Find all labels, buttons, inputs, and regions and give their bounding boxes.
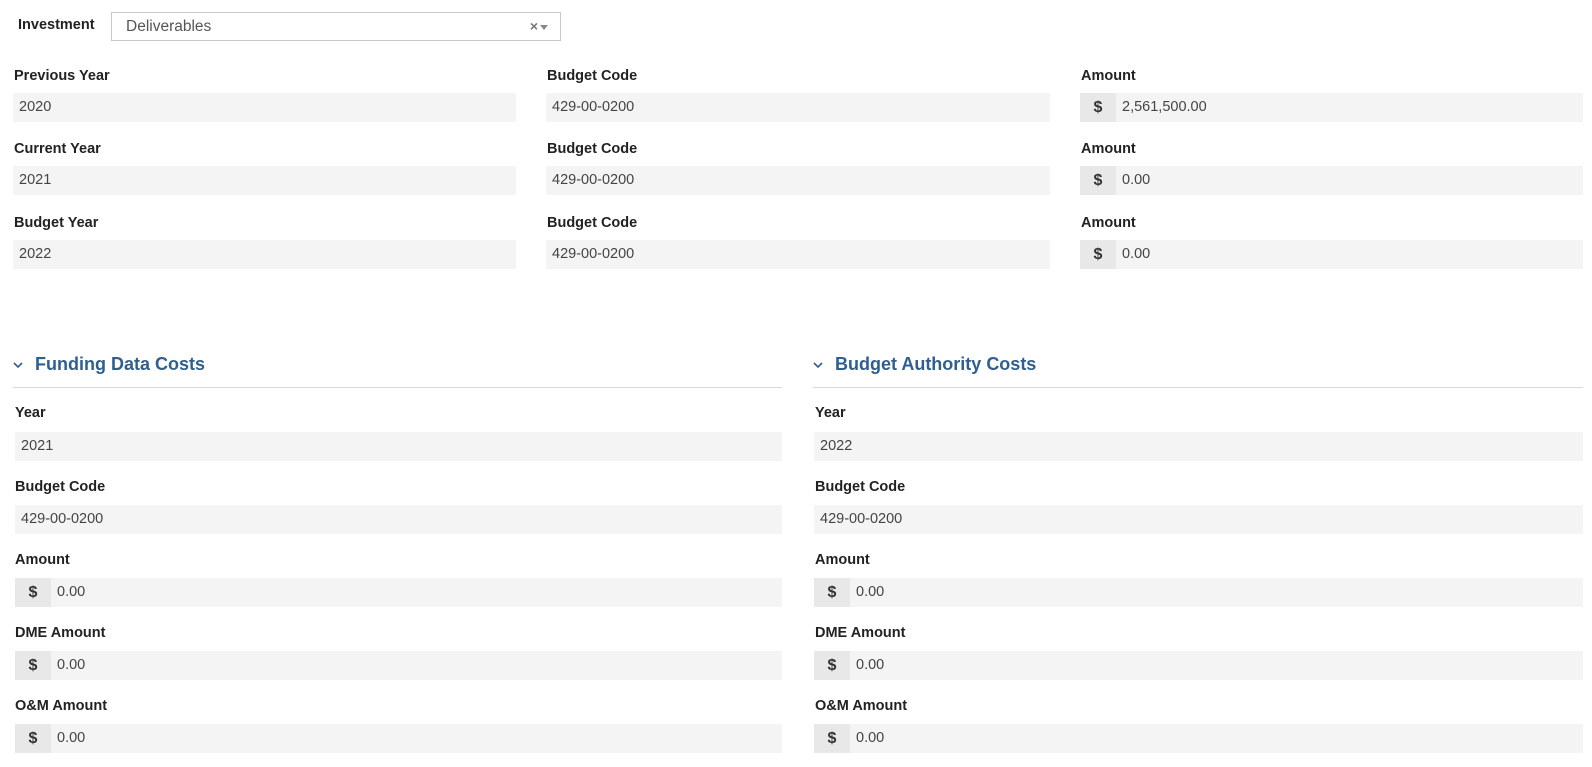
budget-year-budget-code-field: 429-00-0200 bbox=[546, 240, 1050, 269]
authority-year-label: Year bbox=[815, 405, 846, 421]
funding-om-amount-field: $ 0.00 bbox=[15, 724, 782, 753]
previous-year-amount-label: Amount bbox=[1081, 68, 1136, 84]
funding-budget-code-field: 429-00-0200 bbox=[15, 505, 782, 534]
authority-budget-code-label: Budget Code bbox=[815, 479, 906, 495]
dollar-icon: $ bbox=[1080, 240, 1116, 269]
budget-year-amount-label: Amount bbox=[1081, 215, 1136, 231]
authority-amount-label: Amount bbox=[815, 552, 870, 568]
funding-year-field: 2021 bbox=[15, 432, 782, 461]
dollar-icon: $ bbox=[814, 578, 850, 607]
authority-year-field: 2022 bbox=[814, 432, 1583, 461]
authority-om-amount-label: O&M Amount bbox=[815, 698, 908, 714]
funding-data-costs-title[interactable]: Funding Data Costs bbox=[35, 354, 205, 375]
chevron-down-icon[interactable] bbox=[813, 360, 823, 370]
budget-year-field: 2022 bbox=[13, 240, 516, 269]
current-year-budget-code-label: Budget Code bbox=[547, 141, 638, 157]
investment-label: Investment bbox=[18, 17, 95, 33]
authority-dme-amount-value: 0.00 bbox=[856, 657, 885, 673]
funding-section-divider bbox=[13, 387, 782, 388]
dollar-icon: $ bbox=[15, 651, 51, 680]
authority-year-value: 2022 bbox=[820, 438, 853, 454]
funding-year-label: Year bbox=[15, 405, 46, 421]
funding-budget-code-label: Budget Code bbox=[15, 479, 106, 495]
funding-budget-code-value: 429-00-0200 bbox=[21, 511, 104, 527]
authority-budget-code-field: 429-00-0200 bbox=[814, 505, 1583, 534]
funding-year-value: 2021 bbox=[21, 438, 54, 454]
previous-year-field: 2020 bbox=[13, 93, 516, 122]
budget-year-amount-field: $ 0.00 bbox=[1080, 240, 1583, 269]
previous-year-amount-value: 2,561,500.00 bbox=[1122, 99, 1207, 115]
authority-om-amount-field: $ 0.00 bbox=[814, 724, 1583, 753]
dollar-icon: $ bbox=[814, 724, 850, 753]
funding-om-amount-value: 0.00 bbox=[57, 730, 86, 746]
authority-amount-field: $ 0.00 bbox=[814, 578, 1583, 607]
dollar-icon: $ bbox=[1080, 166, 1116, 195]
budget-year-label: Budget Year bbox=[14, 215, 99, 231]
investment-select[interactable]: Deliverables × bbox=[111, 12, 561, 41]
authority-budget-code-value: 429-00-0200 bbox=[820, 511, 903, 527]
funding-om-amount-label: O&M Amount bbox=[15, 698, 108, 714]
budget-authority-costs-title[interactable]: Budget Authority Costs bbox=[835, 354, 1036, 375]
previous-year-budget-code-value: 429-00-0200 bbox=[552, 99, 635, 115]
funding-dme-amount-field: $ 0.00 bbox=[15, 651, 782, 680]
chevron-down-icon[interactable] bbox=[13, 360, 23, 370]
authority-om-amount-value: 0.00 bbox=[856, 730, 885, 746]
previous-year-budget-code-field: 429-00-0200 bbox=[546, 93, 1050, 122]
funding-amount-field: $ 0.00 bbox=[15, 578, 782, 607]
current-year-label: Current Year bbox=[14, 141, 101, 157]
investment-select-value: Deliverables bbox=[126, 18, 212, 35]
dollar-icon: $ bbox=[1080, 93, 1116, 122]
previous-year-label: Previous Year bbox=[14, 68, 110, 84]
caret-down-icon[interactable] bbox=[540, 25, 548, 30]
current-year-amount-field: $ 0.00 bbox=[1080, 166, 1583, 195]
authority-amount-value: 0.00 bbox=[856, 584, 885, 600]
funding-amount-value: 0.00 bbox=[57, 584, 86, 600]
dollar-icon: $ bbox=[15, 724, 51, 753]
current-year-value: 2021 bbox=[19, 172, 52, 188]
funding-dme-amount-label: DME Amount bbox=[15, 625, 106, 641]
clear-icon[interactable]: × bbox=[530, 13, 538, 40]
budget-year-amount-value: 0.00 bbox=[1122, 246, 1151, 262]
current-year-budget-code-value: 429-00-0200 bbox=[552, 172, 635, 188]
current-year-field: 2021 bbox=[13, 166, 516, 195]
current-year-budget-code-field: 429-00-0200 bbox=[546, 166, 1050, 195]
current-year-amount-value: 0.00 bbox=[1122, 172, 1151, 188]
dollar-icon: $ bbox=[15, 578, 51, 607]
previous-year-budget-code-label: Budget Code bbox=[547, 68, 638, 84]
authority-section-divider bbox=[813, 387, 1583, 388]
funding-amount-label: Amount bbox=[15, 552, 70, 568]
funding-dme-amount-value: 0.00 bbox=[57, 657, 86, 673]
budget-year-budget-code-label: Budget Code bbox=[547, 215, 638, 231]
previous-year-value: 2020 bbox=[19, 99, 52, 115]
authority-dme-amount-label: DME Amount bbox=[815, 625, 906, 641]
budget-year-value: 2022 bbox=[19, 246, 52, 262]
current-year-amount-label: Amount bbox=[1081, 141, 1136, 157]
dollar-icon: $ bbox=[814, 651, 850, 680]
authority-dme-amount-field: $ 0.00 bbox=[814, 651, 1583, 680]
budget-year-budget-code-value: 429-00-0200 bbox=[552, 246, 635, 262]
previous-year-amount-field: $ 2,561,500.00 bbox=[1080, 93, 1583, 122]
